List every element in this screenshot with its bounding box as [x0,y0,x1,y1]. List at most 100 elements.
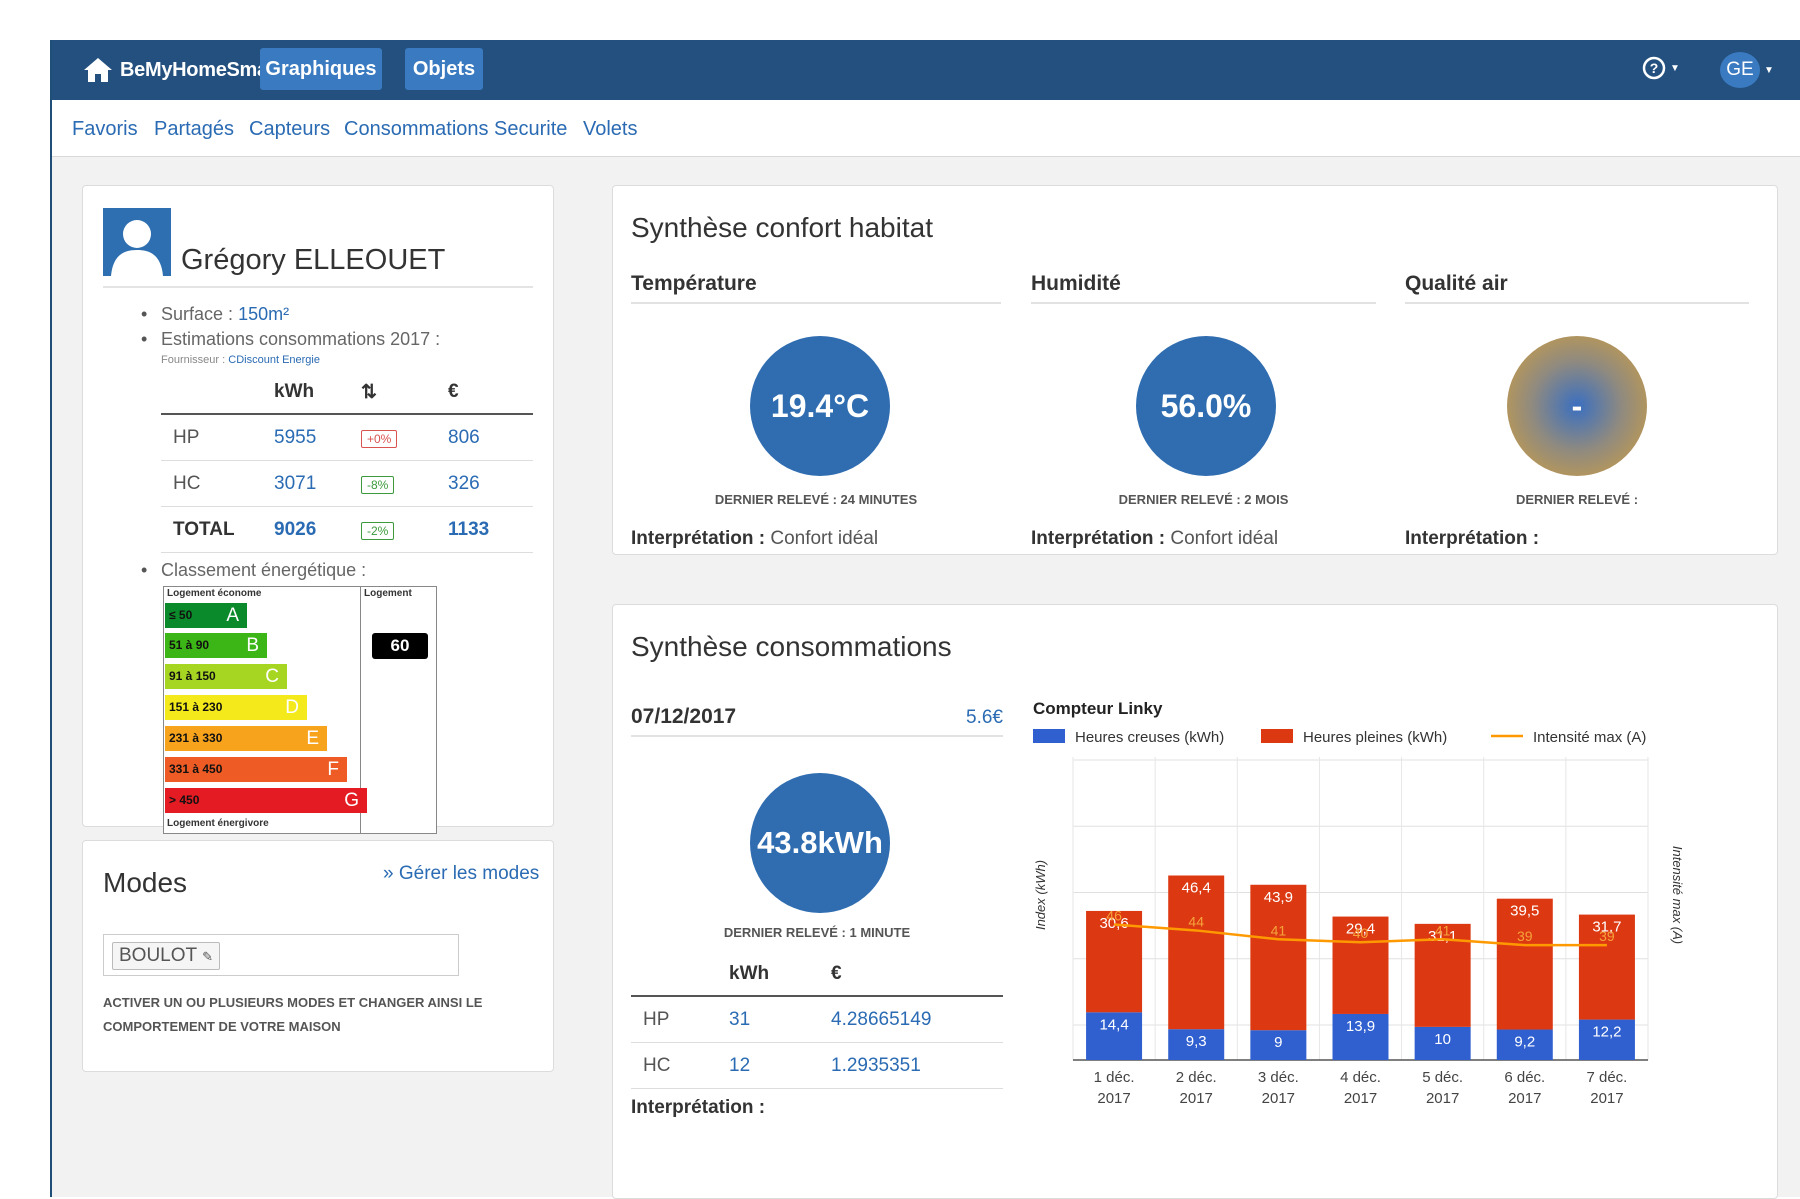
subnav-capteurs[interactable]: Capteurs [249,118,330,141]
legend-swatch [1033,729,1065,743]
brand-link[interactable]: BeMyHomeSmart [82,40,282,100]
delta-badge: -8% [361,475,395,494]
energy-bar-c: 91 à 150 C [165,664,287,689]
data-label: 13,9 [1346,1018,1375,1035]
brand-name: BeMyHomeSmart [120,58,282,81]
x-tick-label: 2017 [1262,1090,1295,1105]
humidity-interp: Interprétation : Confort idéal [1031,528,1279,549]
x-tick-label: 2017 [1344,1090,1377,1105]
data-label: 9,3 [1186,1033,1207,1050]
x-tick-label: 2 déc. [1176,1069,1217,1086]
line-label: 41 [1271,922,1287,938]
edit-pencil-icon[interactable]: ✎ [202,949,213,964]
x-tick-label: 4 déc. [1340,1069,1381,1086]
divider [103,286,533,288]
mode-tag[interactable]: BOULOT ✎ [112,942,220,970]
subnav-partages[interactable]: Partagés [154,118,234,141]
table-header-row: kWh ⇅ € [161,371,533,415]
consommations-panel: Synthèse consommations 07/12/2017 5.6€ 4… [612,604,1778,1199]
legend-swatch [1261,729,1293,743]
estimations-line: • Estimations consommations 2017 : [141,329,441,349]
humidity-circle: 56.0% [1136,336,1276,476]
air-quality-interp: Interprétation : [1405,528,1540,549]
classement-line: • Classement énergétique : [141,560,367,580]
data-label: 14,4 [1099,1016,1128,1033]
svg-text:?: ? [1650,60,1659,76]
modes-help-text: ACTIVER UN OU PLUSIEURS MODES ET CHANGER… [103,995,483,1034]
caret-down-icon: ▼ [1764,64,1774,76]
energy-bar-e: 231 à 330 E [165,726,327,751]
air-quality-circle: - [1507,336,1647,476]
fournisseur-line: Fournisseur : CDiscount Energie [161,354,320,366]
legend-label: Intensité max (A) [1533,729,1646,746]
humidity-heading: Humidité [1031,272,1376,304]
x-tick-label: 7 déc. [1586,1069,1627,1086]
data-label: 46,4 [1182,879,1211,896]
table-row: TOTAL 9026 -2% 1133 [161,506,533,553]
confort-panel: Synthèse confort habitat Température 19.… [612,185,1778,555]
energy-value-badge: 60 [372,633,428,659]
line-label: 39 [1599,928,1615,944]
subnav-volets[interactable]: Volets [583,118,637,141]
data-label: 10 [1434,1031,1451,1048]
app-window: BeMyHomeSmart Graphiques Objets ? ▼ GE ▼… [50,40,1800,1199]
user-silhouette-icon [111,220,163,276]
confort-title: Synthèse confort habitat [631,212,933,243]
temperature-interp: Interprétation : Confort idéal [631,528,879,549]
y-axis-label: Index (kWh) [1033,860,1048,930]
x-tick-label: 3 déc. [1258,1069,1299,1086]
energy-bar-g: > 450 G [165,788,367,813]
x-tick-label: 2017 [1426,1090,1459,1105]
modes-title: Modes [103,867,188,898]
data-label: 9,2 [1514,1034,1535,1051]
help-icon: ? [1642,56,1666,80]
energy-label: Logement économe Logement ≤ 50 A 51 à 90… [163,586,437,834]
conso-date: 07/12/2017 [631,705,737,728]
conso-date-row: 07/12/2017 5.6€ [631,705,1003,737]
home-icon [84,58,112,82]
line-label: 39 [1517,928,1533,944]
x-tick-label: 2017 [1508,1090,1541,1105]
x-tick-label: 2017 [1097,1090,1130,1105]
temperature-heading: Température [631,272,1001,304]
nav-graphiques[interactable]: Graphiques [260,48,382,90]
sub-navbar: Favoris Partagés Capteurs Consommations … [52,100,1800,157]
conso-cost: 5.6€ [966,707,1003,728]
help-menu[interactable]: ? ▼ [1642,56,1680,80]
nav-objets[interactable]: Objets [405,48,483,90]
sort-arrows-icon: ⇅ [360,371,447,415]
energy-label-bottom: Logement énergivore [167,818,269,829]
x-tick-label: 6 déc. [1504,1069,1545,1086]
line-label: 46 [1106,908,1122,924]
conso-title: Synthèse consommations [631,631,952,662]
y2-axis-label: Intensité max (A) [1670,846,1685,944]
estimations-table: kWh ⇅ € HP 5955 +0% 806 HC 3071 -8% 326 … [161,371,533,553]
fournisseur-link[interactable]: CDiscount Energie [228,354,320,366]
subnav-securite[interactable]: Securite [494,118,567,141]
energy-label-top-left: Logement économe [167,588,262,599]
temperature-caption: DERNIER RELEVÉ : 24 MINUTES [714,492,918,507]
data-label: 39,5 [1510,903,1539,920]
user-menu[interactable]: GE ▼ [1720,52,1774,88]
table-row: HP 5955 +0% 806 [161,414,533,461]
legend-label: Heures pleines (kWh) [1303,729,1447,746]
manage-modes-link[interactable]: » Gérer les modes [383,863,539,885]
profile-name: Grégory ELLEOUET [181,244,446,276]
x-tick-label: 2017 [1590,1090,1623,1105]
conso-caption: DERNIER RELEVÉ : 1 MINUTE [723,925,911,940]
energy-label-top-right: Logement [364,588,412,599]
profile-avatar [103,208,171,276]
modes-input[interactable]: BOULOT ✎ [103,934,459,976]
conso-circle: 43.8kWh [750,773,890,913]
bar-heures-pleines [1168,875,1225,1030]
legend-label: Heures creuses (kWh) [1075,729,1224,746]
subnav-consommations[interactable]: Consommations [344,118,489,141]
energy-bar-b: 51 à 90 B [165,633,267,658]
conso-interp: Interprétation : [631,1097,766,1118]
table-row: HP 31 4.28665149 [631,996,1003,1043]
table-row: HC 3071 -8% 326 [161,460,533,507]
delta-badge: -2% [361,521,395,540]
bar-heures-pleines [1250,884,1307,1031]
subnav-favoris[interactable]: Favoris [72,118,138,141]
x-tick-label: 5 déc. [1422,1069,1463,1086]
